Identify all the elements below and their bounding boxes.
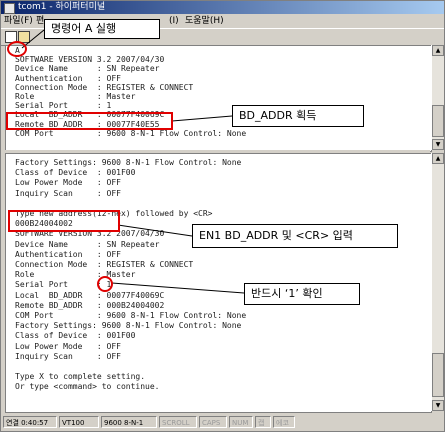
callout-run-a: 명령어 A 실행: [44, 19, 160, 39]
highlight-command-a: [7, 41, 27, 57]
highlight-new-address-input: [8, 210, 120, 232]
highlight-serial-port-1: [97, 276, 113, 292]
callout-confirm-1: 반드시 ‘1’ 확인: [244, 283, 360, 305]
highlight-local-bd-addr: [6, 112, 173, 130]
callout-bd-addr-get: BD_ADDR 획득: [232, 105, 364, 127]
callout-en1-input: EN1 BD_ADDR 및 <CR> 입력: [192, 224, 398, 248]
